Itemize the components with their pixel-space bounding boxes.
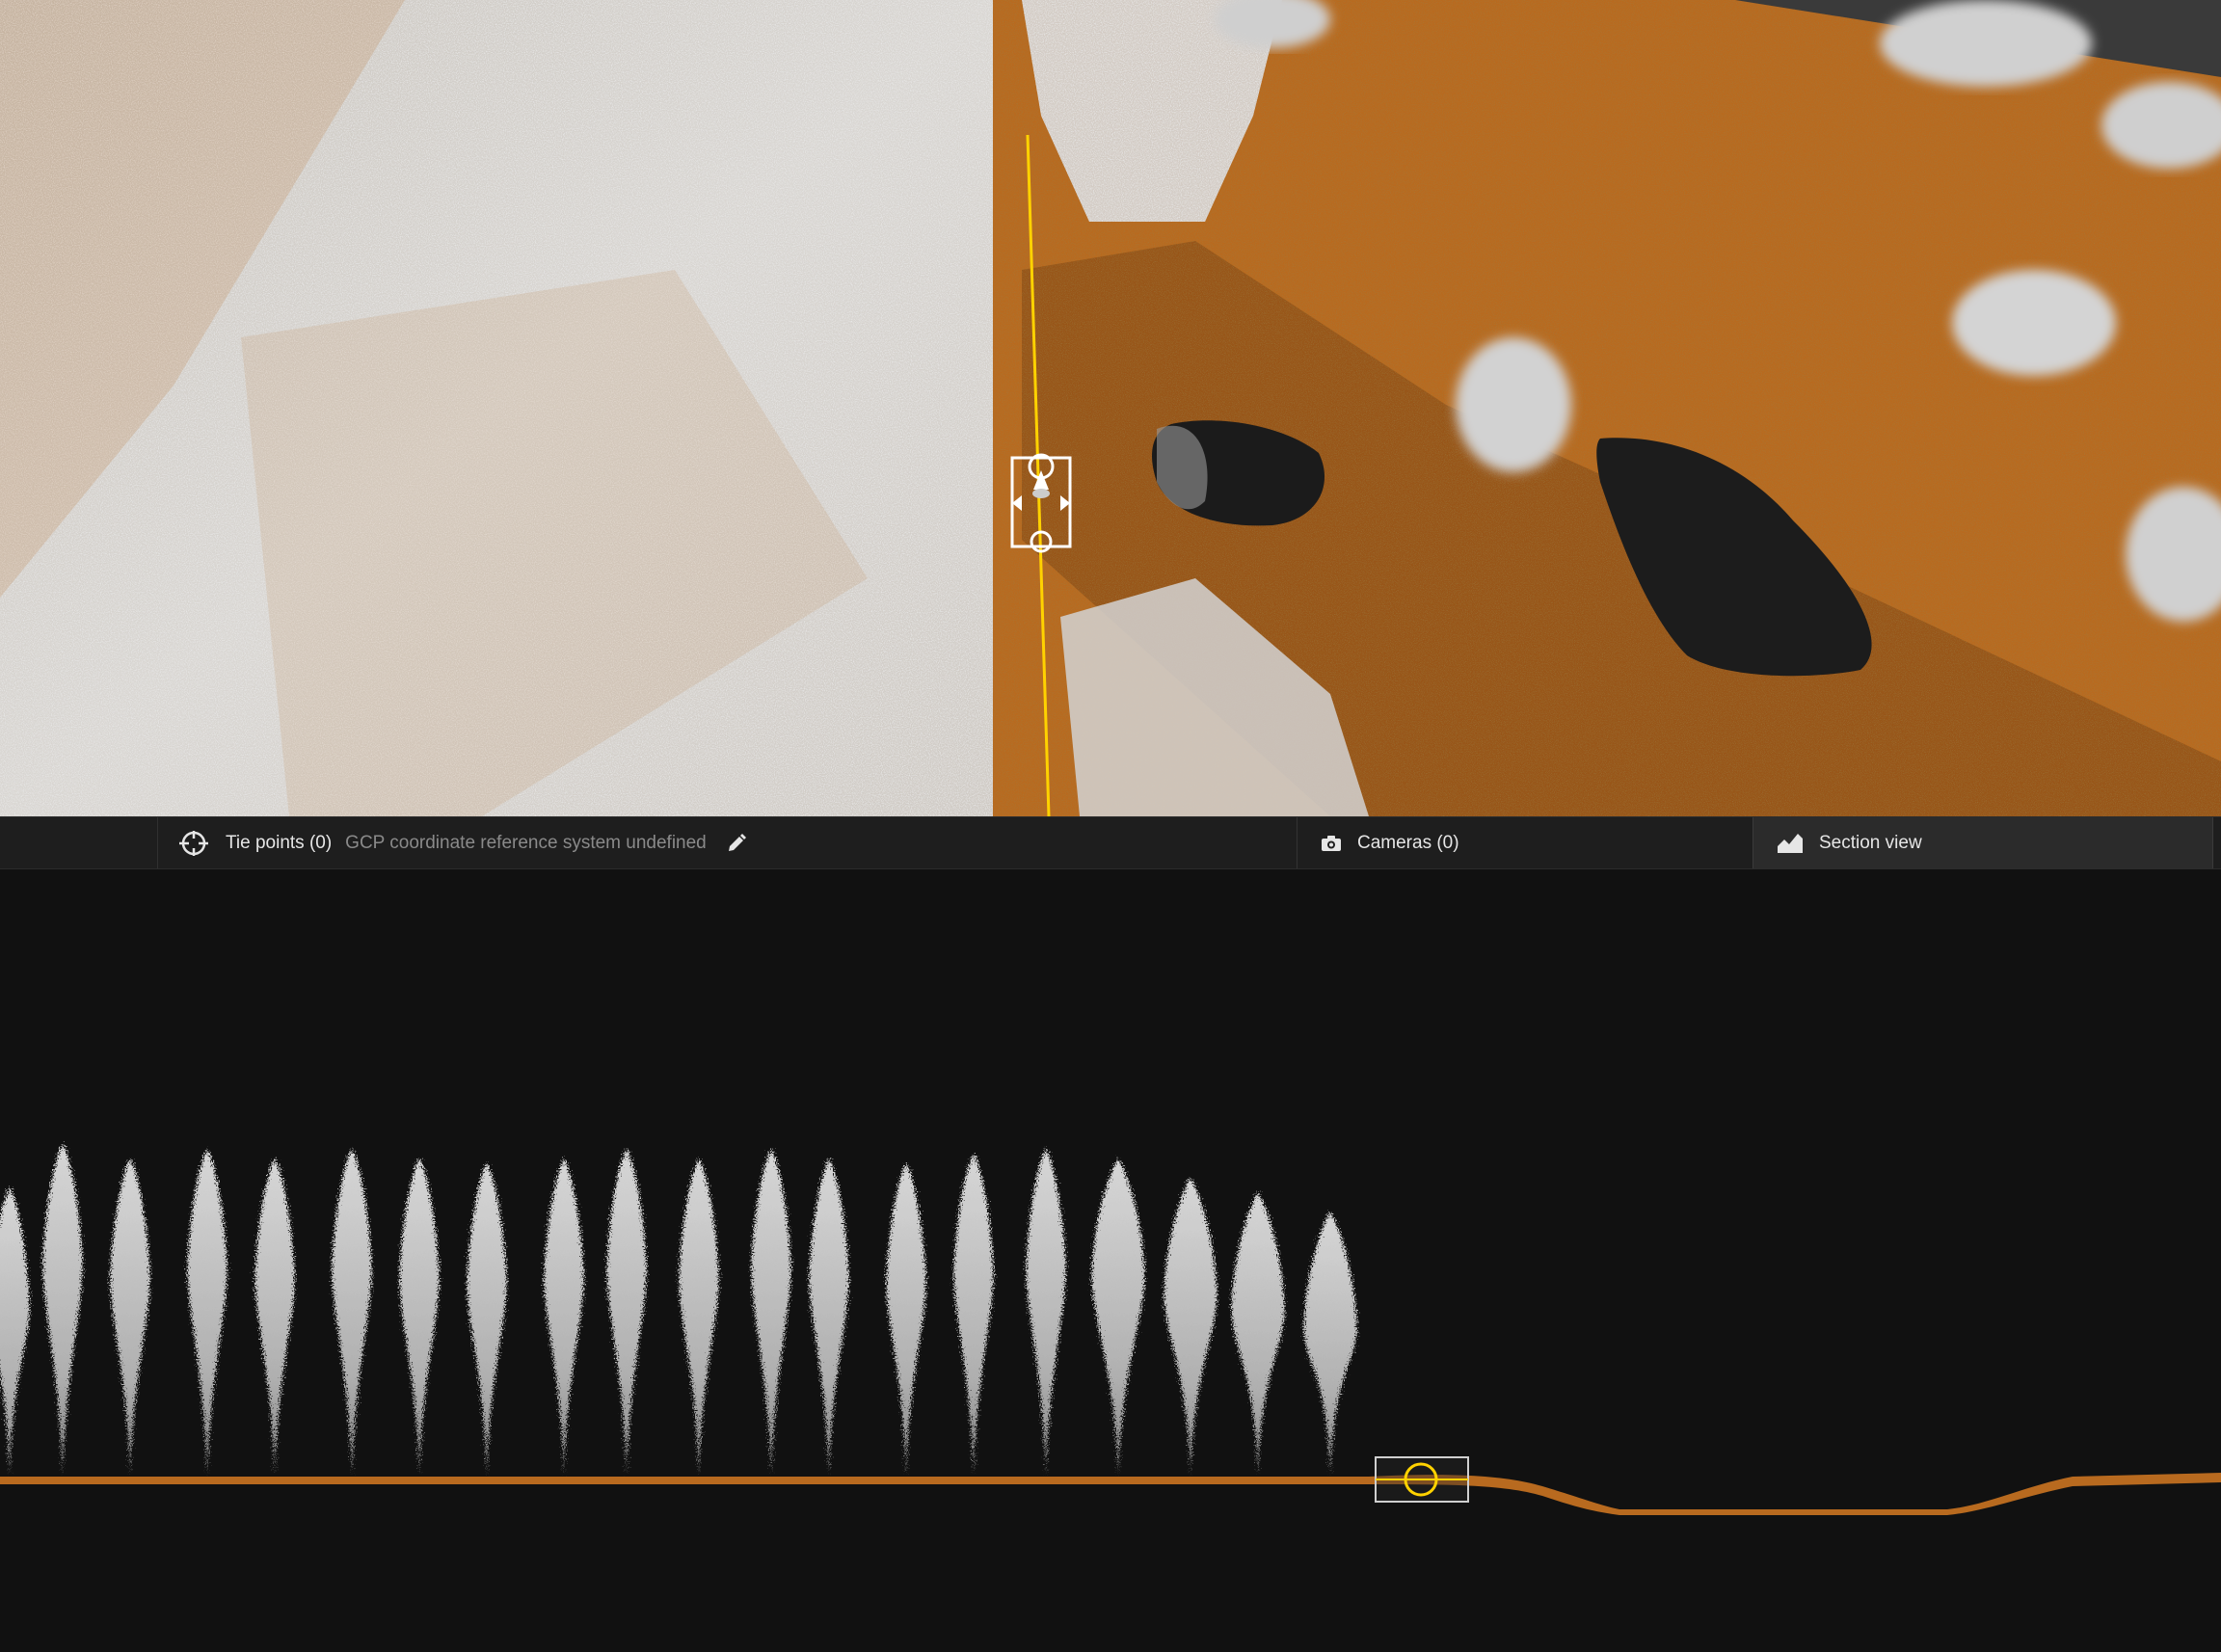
tree-silhouette — [751, 1149, 791, 1475]
point-cloud-render — [0, 0, 2221, 816]
tie-points-section[interactable]: Tie points (0) GCP coordinate reference … — [157, 817, 1297, 868]
tree-silhouette — [110, 1159, 150, 1475]
ground-profile — [0, 1473, 2221, 1515]
crosshair-target-icon — [177, 830, 210, 857]
pencil-icon[interactable] — [726, 833, 747, 854]
tree-silhouette — [399, 1159, 440, 1475]
section-profile-render — [0, 1144, 2221, 1515]
status-bar: Tie points (0) GCP coordinate reference … — [0, 816, 2221, 869]
section-position-marker[interactable] — [1375, 1456, 1469, 1503]
tree-silhouette — [606, 1149, 647, 1475]
tree-silhouette — [953, 1154, 994, 1475]
tree-silhouette — [1164, 1178, 1218, 1475]
tree-row-profile — [0, 1144, 1357, 1475]
section-view-panel[interactable] — [0, 869, 2221, 1652]
cameras-section[interactable]: Cameras (0) — [1297, 817, 1753, 868]
tree-silhouette — [42, 1144, 83, 1475]
tab-section-view[interactable]: Section view — [1753, 817, 2213, 868]
tree-silhouette — [332, 1149, 372, 1475]
tree-silhouette — [1231, 1192, 1285, 1475]
tree-silhouette — [1091, 1159, 1145, 1475]
terrain-profile-icon — [1777, 833, 1804, 854]
tree-silhouette — [1303, 1212, 1357, 1475]
tree-silhouette — [467, 1163, 507, 1475]
section-view-label: Section view — [1819, 832, 1922, 853]
tree-silhouette — [544, 1159, 584, 1475]
cameras-label: Cameras (0) — [1357, 832, 1459, 853]
gcp-crs-status: GCP coordinate reference system undefine… — [345, 832, 707, 853]
tree-silhouette — [886, 1163, 926, 1475]
point-cloud-3d-viewport[interactable] — [0, 0, 2221, 816]
tree-silhouette — [0, 1187, 30, 1475]
tree-silhouette — [1026, 1149, 1066, 1475]
camera-icon — [1321, 835, 1342, 852]
tree-silhouette — [187, 1149, 227, 1475]
tree-silhouette — [679, 1159, 719, 1475]
tree-silhouette — [809, 1159, 849, 1475]
tie-points-label: Tie points (0) — [226, 832, 333, 853]
tree-silhouette — [254, 1159, 295, 1475]
